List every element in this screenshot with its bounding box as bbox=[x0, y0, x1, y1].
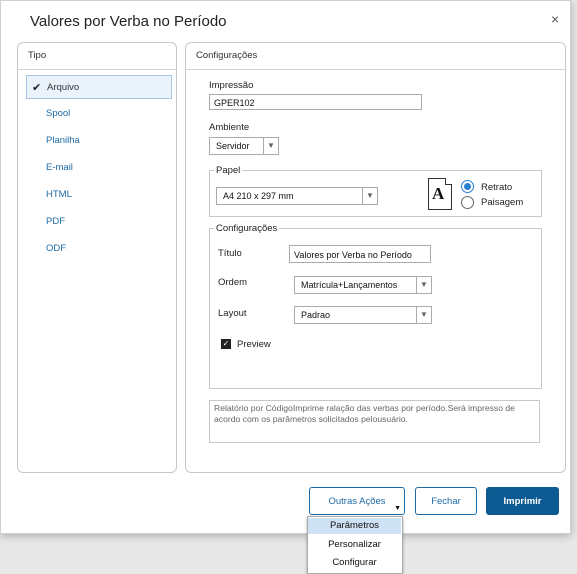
titulo-label: Título bbox=[218, 248, 242, 259]
ordem-value: Matrícula+Lançamentos bbox=[301, 280, 398, 290]
layout-value: Padrao bbox=[301, 310, 331, 320]
imprimir-button[interactable]: Imprimir bbox=[486, 487, 559, 515]
paisagem-label: Paisagem bbox=[481, 197, 524, 208]
menu-item-personalizar[interactable]: Personalizar bbox=[308, 537, 401, 553]
chevron-down-icon: ▼ bbox=[362, 188, 377, 204]
dialog-title: Valores por Verba no Período bbox=[30, 13, 227, 30]
tipo-header: Tipo bbox=[18, 43, 176, 70]
impressao-label: Impressão bbox=[209, 80, 254, 91]
chevron-down-icon: ▼ bbox=[416, 307, 431, 323]
preview-label: Preview bbox=[237, 339, 271, 350]
document-A-icon: A bbox=[428, 178, 452, 210]
ambiente-value: Servidor bbox=[216, 141, 250, 151]
tipo-item-html[interactable]: HTML bbox=[26, 183, 172, 207]
inner-config-legend: Configurações bbox=[216, 223, 278, 234]
paper-size-value: A4 210 x 297 mm bbox=[223, 191, 294, 201]
tipo-item-planilha[interactable]: Planilha bbox=[26, 129, 172, 153]
layout-label: Layout bbox=[218, 308, 247, 319]
description-text: Relatório por CódigoImprime ralação das … bbox=[214, 403, 515, 424]
tipo-item-label: Arquivo bbox=[47, 82, 80, 93]
tipo-item-label: E-mail bbox=[46, 162, 73, 173]
fechar-button[interactable]: Fechar bbox=[415, 487, 477, 515]
close-icon[interactable]: × bbox=[551, 11, 559, 27]
titulo-input[interactable]: Valores por Verba no Período bbox=[289, 245, 431, 263]
impressao-input[interactable]: GPER102 bbox=[209, 94, 422, 110]
checkmark-icon: ✔ bbox=[32, 82, 42, 94]
tipo-item-label: HTML bbox=[46, 189, 72, 200]
tipo-item-pdf[interactable]: PDF bbox=[26, 210, 172, 234]
ordem-label: Ordem bbox=[218, 277, 248, 288]
chevron-down-icon: ▼ bbox=[263, 138, 278, 154]
paisagem-radio[interactable] bbox=[461, 196, 474, 209]
tipo-panel: Tipo ✔ Arquivo Spool Planilha E-mail HTM… bbox=[17, 42, 177, 473]
document-letter: A bbox=[432, 184, 445, 203]
preview-checkbox[interactable]: ✓ bbox=[221, 339, 231, 349]
outras-acoes-label: Outras Ações bbox=[328, 496, 386, 507]
retrato-radio[interactable] bbox=[461, 180, 474, 193]
configuracoes-header: Configurações bbox=[186, 43, 565, 70]
description-box: Relatório por CódigoImprime ralação das … bbox=[209, 400, 540, 443]
report-dialog: Valores por Verba no Período × Tipo ✔ Ar… bbox=[0, 0, 571, 534]
menu-item-configurar[interactable]: Configurar bbox=[308, 555, 401, 571]
papel-legend: Papel bbox=[216, 165, 241, 176]
paper-size-select[interactable]: A4 210 x 297 mm ▼ bbox=[216, 187, 378, 205]
tipo-item-label: ODF bbox=[46, 243, 67, 254]
tipo-item-label: Planilha bbox=[46, 135, 80, 146]
tipo-item-spool[interactable]: Spool bbox=[26, 102, 172, 126]
outras-acoes-menu: Parâmetros Personalizar Configurar bbox=[307, 516, 403, 574]
ambiente-select[interactable]: Servidor ▼ bbox=[209, 137, 279, 155]
tipo-item-label: Spool bbox=[46, 108, 71, 119]
retrato-label: Retrato bbox=[481, 182, 513, 193]
menu-item-parametros[interactable]: Parâmetros bbox=[308, 518, 401, 534]
outras-acoes-button[interactable]: Outras Ações ▼ bbox=[309, 487, 405, 515]
layout-select[interactable]: Padrao ▼ bbox=[294, 306, 432, 324]
tipo-item-odf[interactable]: ODF bbox=[26, 237, 172, 261]
tipo-item-label: PDF bbox=[46, 216, 65, 227]
ordem-select[interactable]: Matrícula+Lançamentos ▼ bbox=[294, 276, 432, 294]
chevron-down-icon: ▼ bbox=[416, 277, 431, 293]
tipo-item-email[interactable]: E-mail bbox=[26, 156, 172, 180]
ambiente-label: Ambiente bbox=[209, 122, 250, 133]
tipo-item-arquivo[interactable]: ✔ Arquivo bbox=[26, 75, 172, 99]
